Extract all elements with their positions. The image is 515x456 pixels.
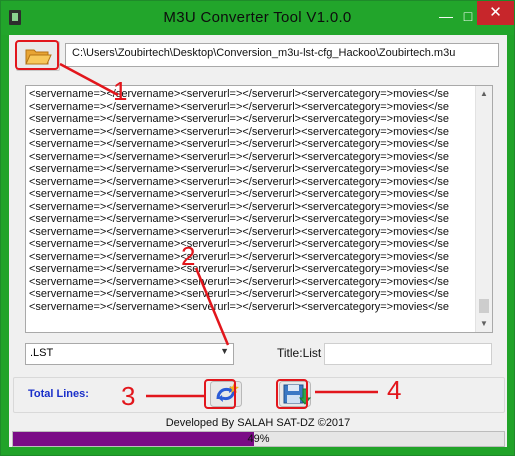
title-field-label: Title:List [277, 346, 322, 360]
file-path-field[interactable]: C:\Users\Zoubirtech\Desktop\Conversion_m… [65, 43, 499, 67]
vertical-scrollbar[interactable]: ▲ ▼ [475, 86, 492, 332]
save-button[interactable] [279, 381, 312, 407]
output-line: <servername=></servername><serverurl=></… [29, 150, 450, 163]
output-line: <servername=></servername><serverurl=></… [29, 88, 450, 100]
output-line: <servername=></servername><serverurl=></… [29, 100, 450, 113]
client-area: C:\Users\Zoubirtech\Desktop\Conversion_m… [9, 35, 507, 447]
output-line: <servername=></servername><serverurl=></… [29, 263, 450, 275]
output-line: <servername=></servername><serverurl=></… [29, 138, 450, 150]
progress-text: 49% [247, 433, 270, 445]
maximize-button[interactable]: □ [459, 5, 477, 27]
total-lines-label: Total Lines: [28, 388, 89, 400]
convert-icon [210, 381, 242, 407]
convert-button[interactable] [210, 381, 242, 407]
output-line: <servername=></servername><serverurl=></… [29, 213, 450, 225]
app-window: M3U Converter Tool V1.0.0 — □ ✕ C:\Users… [0, 0, 515, 456]
output-line: <servername=></servername><serverurl=></… [29, 188, 450, 200]
scroll-down-icon[interactable]: ▼ [476, 316, 492, 332]
save-icon [279, 381, 312, 407]
format-select[interactable]: .LST ▼ [25, 343, 234, 365]
title-input[interactable] [324, 343, 492, 365]
output-line: <servername=></servername><serverurl=></… [29, 113, 450, 125]
annotation-label-3: 3 [121, 381, 136, 411]
output-line: <servername=></servername><serverurl=></… [29, 125, 450, 138]
chevron-down-icon[interactable]: ▼ [220, 346, 229, 356]
annotation-label-2: 2 [181, 241, 196, 271]
title-bar[interactable]: M3U Converter Tool V1.0.0 — □ ✕ [1, 1, 514, 35]
output-line: <servername=></servername><serverurl=></… [29, 163, 450, 175]
close-button[interactable]: ✕ [477, 1, 514, 25]
actions-group: Total Lines: [13, 377, 505, 413]
output-line: <servername=></servername><serverurl=></… [29, 175, 450, 188]
output-line: <servername=></servername><serverurl=></… [29, 238, 450, 250]
scroll-thumb[interactable] [479, 299, 489, 313]
output-line: <servername=></servername><serverurl=></… [29, 200, 450, 213]
open-file-button[interactable] [16, 41, 60, 71]
folder-open-icon [25, 49, 52, 65]
file-path-text: C:\Users\Zoubirtech\Desktop\Conversion_m… [72, 47, 456, 59]
output-line: <servername=></servername><serverurl=></… [29, 275, 450, 288]
output-textarea[interactable]: <servername=></servername><serverurl=></… [25, 85, 493, 333]
format-select-value: .LST [30, 347, 54, 359]
output-line: <servername=></servername><serverurl=></… [29, 225, 450, 238]
output-line: <servername=></servername><serverurl=></… [29, 288, 450, 300]
minimize-button[interactable]: — [433, 5, 459, 27]
output-line: <servername=></servername><serverurl=></… [29, 300, 450, 313]
scroll-up-icon[interactable]: ▲ [476, 86, 492, 102]
annotation-label-1: 1 [113, 76, 128, 106]
progress-bar: 49% [12, 431, 505, 447]
output-line: <servername=></servername><serverurl=></… [29, 250, 450, 263]
output-lines: <servername=></servername><serverurl=></… [29, 88, 475, 313]
developer-credit: Developed By SALAH SAT-DZ ©2017 [165, 417, 351, 429]
annotation-label-4: 4 [387, 375, 402, 405]
